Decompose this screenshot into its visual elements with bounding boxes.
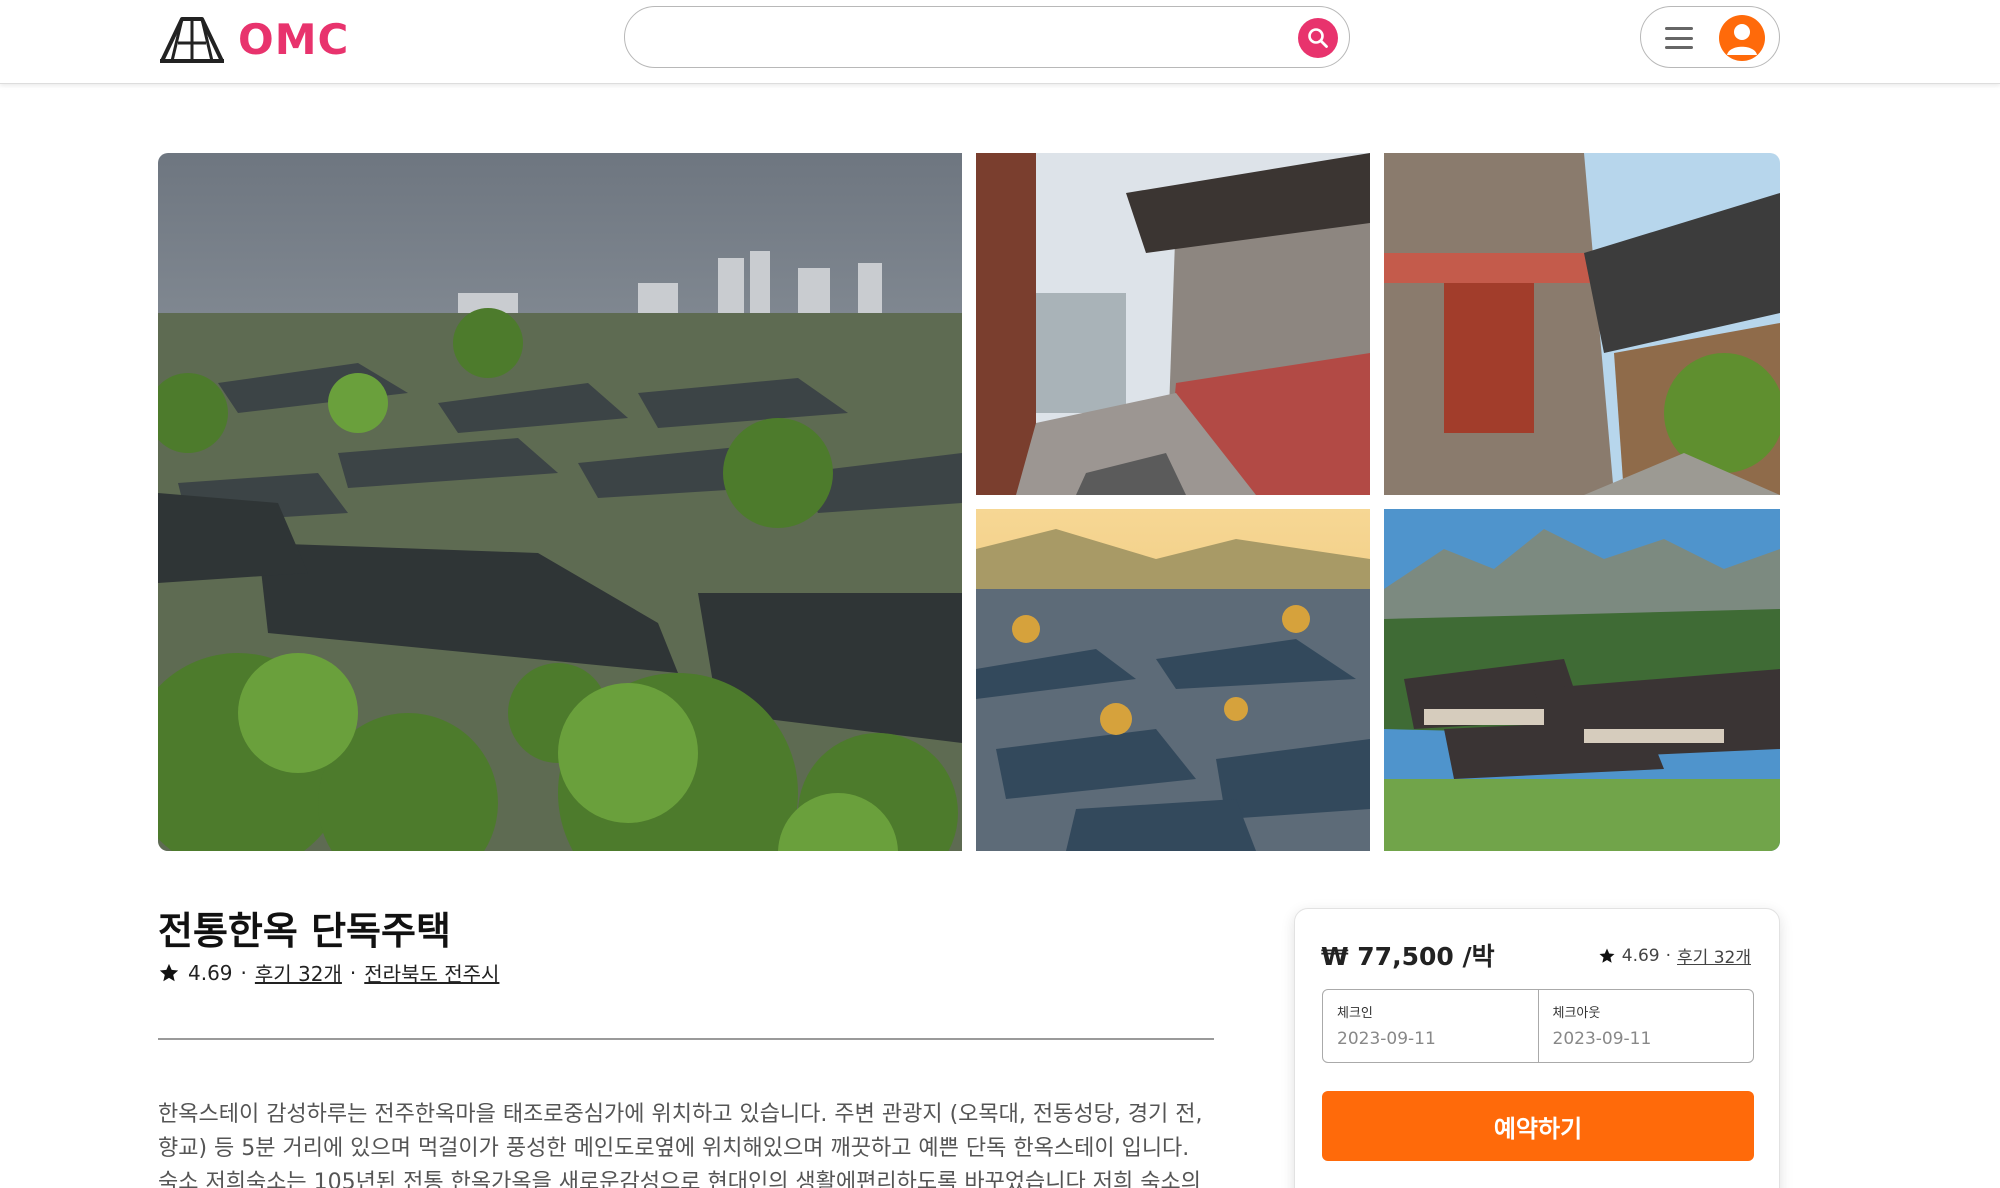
user-avatar-icon (1719, 15, 1765, 61)
booking-rating-value: 4.69 (1621, 945, 1660, 966)
location-link[interactable]: 전라북도 전주시 (364, 958, 499, 987)
listing-rating: 4.69 (188, 960, 233, 985)
photo-hanok-sunset[interactable] (976, 509, 1370, 851)
star-icon (159, 963, 179, 981)
top-navigation-bar: OMC (0, 0, 2000, 84)
hamburger-icon (1665, 27, 1693, 49)
photo-gallery (158, 153, 1780, 851)
listing-title: 전통한옥 단독주택 (158, 909, 451, 953)
reserve-button[interactable]: 예약하기 (1322, 1091, 1754, 1161)
search-input[interactable] (649, 19, 1249, 57)
booking-reviews-link[interactable]: 후기 32개 (1677, 943, 1751, 968)
checkin-field[interactable]: 체크인 2023-09-11 (1323, 990, 1538, 1062)
checkin-label: 체크인 (1337, 1006, 1373, 1021)
photo-hanok-gate[interactable] (1384, 153, 1780, 495)
listing-meta: 4.69 · 후기 32개 · 전라북도 전주시 (158, 958, 499, 987)
photo-main-hanok-village[interactable] (158, 153, 962, 851)
search-bar[interactable] (624, 6, 1350, 68)
star-icon (1599, 948, 1615, 963)
search-button[interactable] (1298, 18, 1338, 58)
meta-separator: · (349, 960, 357, 985)
checkout-value: 2023-09-11 (1552, 1029, 1652, 1049)
brand-name: OMC (238, 14, 350, 64)
meta-separator: · (1665, 945, 1672, 966)
search-icon (1308, 28, 1328, 48)
photo-hanok-mountains[interactable] (1384, 509, 1780, 851)
date-picker: 체크인 2023-09-11 체크아웃 2023-09-11 (1322, 989, 1754, 1063)
photo-hanok-alley[interactable] (976, 153, 1370, 495)
checkin-value: 2023-09-11 (1337, 1029, 1436, 1049)
nightly-price: ₩ 77,500 /박 (1321, 942, 1495, 971)
listing-description: 한옥스테이 감성하루는 전주한옥마을 태조로중심가에 위치하고 있습니다. 주변… (158, 1102, 1203, 1188)
tent-logo-icon (160, 17, 224, 63)
meta-separator: · (240, 960, 247, 985)
brand-logo[interactable]: OMC (158, 12, 349, 66)
checkout-field[interactable]: 체크아웃 2023-09-11 (1537, 990, 1754, 1062)
section-divider (158, 1038, 1214, 1040)
reviews-link[interactable]: 후기 32개 (255, 958, 342, 987)
checkout-label: 체크아웃 (1552, 1006, 1601, 1021)
user-menu-button[interactable] (1640, 6, 1780, 68)
booking-card: ₩ 77,500 /박 4.69 · 후기 32개 체크인 2023-09-11… (1294, 908, 1780, 1188)
booking-rating: 4.69 · 후기 32개 (1598, 943, 1751, 968)
